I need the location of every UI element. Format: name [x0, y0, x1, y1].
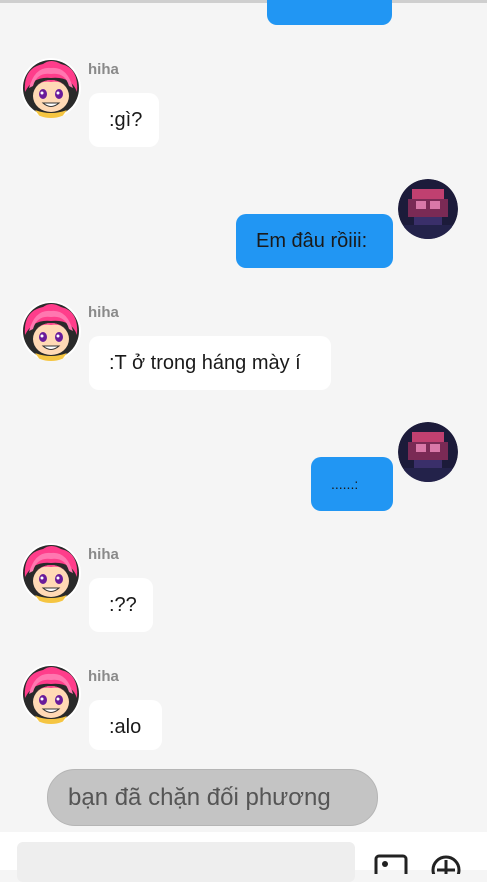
plus-circle-icon[interactable]: [430, 854, 462, 882]
image-icon[interactable]: [374, 854, 408, 880]
sender-avatar[interactable]: [21, 58, 81, 118]
my-avatar[interactable]: [398, 422, 458, 482]
sender-name: hiha: [88, 546, 119, 563]
my-avatar[interactable]: [398, 179, 458, 239]
composer-bar: [0, 832, 487, 882]
outgoing-message-bubble[interactable]: ......:: [311, 457, 393, 511]
message-input[interactable]: [17, 842, 355, 882]
top-divider: [0, 0, 487, 3]
incoming-message-bubble[interactable]: :??: [89, 578, 153, 632]
blocked-notice: bạn đã chặn đối phương: [47, 769, 378, 826]
sender-avatar[interactable]: [21, 664, 81, 724]
sender-name: hiha: [88, 61, 119, 78]
incoming-message-bubble[interactable]: :gì?: [89, 93, 159, 147]
outgoing-bubble-partial[interactable]: [267, 0, 392, 25]
sender-avatar[interactable]: [21, 543, 81, 603]
incoming-message-bubble[interactable]: :alo: [89, 700, 162, 750]
sender-name: hiha: [88, 668, 119, 685]
sender-name: hiha: [88, 304, 119, 321]
chat-thread[interactable]: hiha :gì? Em đâu rồiii: hiha :T ở trong …: [0, 0, 487, 870]
incoming-message-bubble[interactable]: :T ở trong háng mày í: [89, 336, 331, 390]
sender-avatar[interactable]: [21, 301, 81, 361]
outgoing-message-bubble[interactable]: Em đâu rồiii:: [236, 214, 393, 268]
